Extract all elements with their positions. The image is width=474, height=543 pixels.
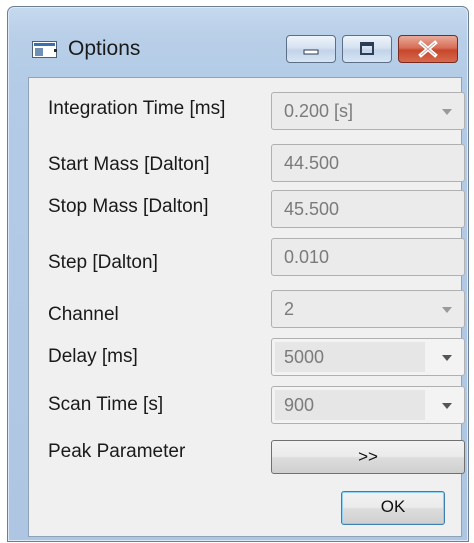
- channel-dropdown[interactable]: 2: [271, 290, 465, 328]
- scan-time-label: Scan Time [s]: [48, 394, 164, 415]
- step-label: Step [Dalton]: [48, 252, 158, 273]
- stop-mass-label: Stop Mass [Dalton]: [48, 196, 209, 217]
- maximize-icon: [360, 42, 374, 55]
- step-value: 0.010: [284, 247, 330, 267]
- start-mass-label: Start Mass [Dalton]: [48, 154, 210, 175]
- stop-mass-field[interactable]: 45.500: [271, 190, 465, 228]
- start-mass-value: 44.500: [284, 153, 340, 173]
- options-dialog: Options Integration Time [ms] 0.200 [s] …: [7, 6, 469, 542]
- scan-time-combo[interactable]: 900: [271, 386, 465, 424]
- channel-label: Channel: [48, 304, 119, 325]
- title-bar[interactable]: Options: [8, 7, 468, 77]
- delay-combo[interactable]: 5000: [271, 338, 465, 376]
- minimize-button[interactable]: [286, 35, 336, 63]
- dialog-content: Integration Time [ms] 0.200 [s] Start Ma…: [28, 77, 465, 537]
- close-icon: [418, 40, 438, 58]
- chevron-down-icon[interactable]: [442, 403, 452, 409]
- chevron-down-icon[interactable]: [442, 355, 452, 361]
- stop-mass-value: 45.500: [284, 199, 340, 219]
- maximize-button[interactable]: [342, 35, 392, 63]
- window-title: Options: [68, 37, 141, 60]
- peak-parameter-label: Peak Parameter: [48, 441, 186, 462]
- delay-label: Delay [ms]: [48, 346, 138, 367]
- integration-time-label: Integration Time [ms]: [48, 98, 226, 119]
- integration-time-value: 0.200 [s]: [284, 101, 354, 121]
- channel-value: 2: [284, 299, 295, 319]
- window-app-icon: [32, 41, 57, 58]
- delay-value: 5000: [284, 347, 325, 367]
- chevron-down-icon: [442, 307, 452, 313]
- ok-button[interactable]: OK: [341, 491, 445, 525]
- chevron-down-icon: [442, 109, 452, 115]
- step-field[interactable]: 0.010: [271, 238, 465, 276]
- scan-time-value: 900: [284, 395, 315, 415]
- start-mass-field[interactable]: 44.500: [271, 144, 465, 182]
- peak-parameter-button[interactable]: >>: [271, 440, 465, 474]
- minimize-icon: [303, 49, 319, 55]
- integration-time-dropdown[interactable]: 0.200 [s]: [271, 92, 465, 130]
- close-button[interactable]: [398, 35, 458, 63]
